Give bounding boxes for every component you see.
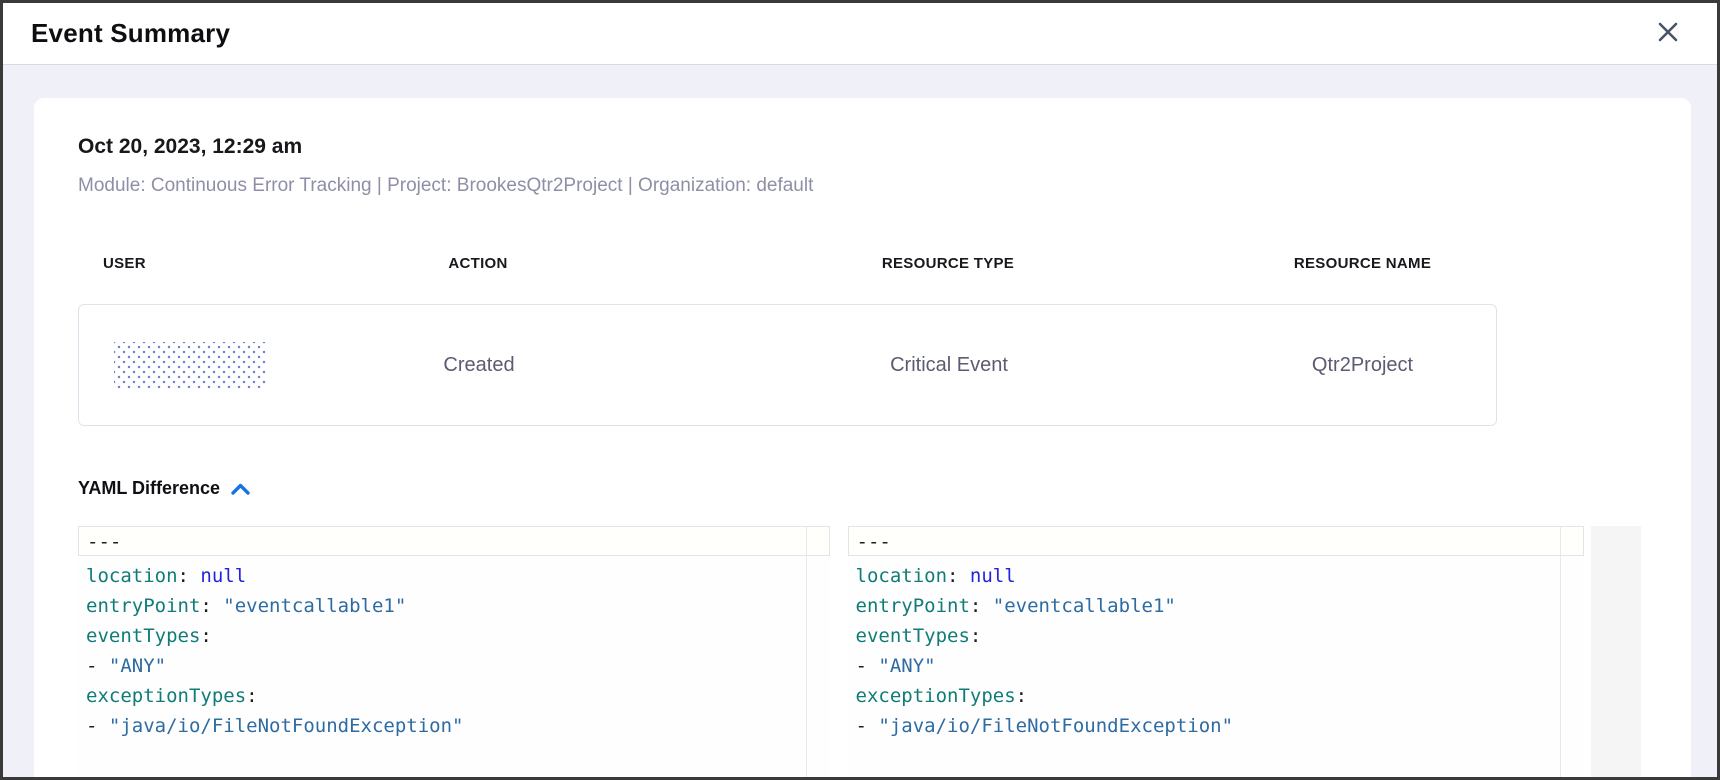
yaml-diff-viewer: ---location: nullentryPoint: "eventcalla… <box>78 526 1641 780</box>
code-line: --- <box>78 526 830 556</box>
column-header-resource-name: RESOURCE NAME <box>1228 254 1497 274</box>
column-header-action: ACTION <box>288 254 668 274</box>
resource-type-cell: Critical Event <box>669 354 1229 377</box>
table-header-row: USER ACTION RESOURCE TYPE RESOURCE NAME <box>78 254 1497 274</box>
yaml-difference-label: YAML Difference <box>78 478 220 499</box>
column-header-user: USER <box>78 254 288 274</box>
code-line: --- <box>848 526 1585 556</box>
yaml-diff-pane-left: --- location: nullentryPoint: "eventcalla… <box>78 526 830 780</box>
diff-vertical-scrollbar[interactable] <box>1591 526 1641 780</box>
column-header-resource-type: RESOURCE TYPE <box>668 254 1228 274</box>
code-line: exceptionTypes: <box>848 681 1585 711</box>
pane-scrollbar-divider <box>1560 526 1561 780</box>
yaml-difference-toggle[interactable]: YAML Difference <box>78 478 251 499</box>
event-card: Oct 20, 2023, 12:29 am Module: Continuou… <box>34 98 1691 780</box>
page-title: Event Summary <box>31 18 230 49</box>
code-line: location: null <box>78 561 830 591</box>
modal-header: Event Summary <box>3 3 1717 65</box>
event-summary-modal: Event Summary Oct 20, 2023, 12:29 am Mod… <box>0 0 1720 780</box>
code-line: - "ANY" <box>78 651 830 681</box>
code-line: - "java/io/FileNotFoundException" <box>848 711 1585 741</box>
code-line: location: null <box>848 561 1585 591</box>
table-row: Created Critical Event Qtr2Project <box>78 304 1497 426</box>
code-line: exceptionTypes: <box>78 681 830 711</box>
event-timestamp: Oct 20, 2023, 12:29 am <box>78 134 1641 160</box>
code-line: - "java/io/FileNotFoundException" <box>78 711 830 741</box>
code-line: eventTypes: <box>78 621 830 651</box>
code-line: - "ANY" <box>848 651 1585 681</box>
close-icon <box>1655 19 1681 48</box>
user-cell <box>79 342 289 388</box>
pane-scrollbar-divider <box>806 526 807 780</box>
code-line: eventTypes: <box>848 621 1585 651</box>
resource-name-cell: Qtr2Project <box>1229 354 1496 377</box>
close-button[interactable] <box>1651 17 1685 51</box>
yaml-diff-pane-right: --- location: nullentryPoint: "eventcalla… <box>848 526 1585 780</box>
modal-body: Oct 20, 2023, 12:29 am Module: Continuou… <box>3 65 1717 780</box>
action-cell: Created <box>289 354 669 377</box>
event-context-line: Module: Continuous Error Tracking | Proj… <box>78 174 1641 198</box>
code-line: entryPoint: "eventcallable1" <box>848 591 1585 621</box>
code-line: entryPoint: "eventcallable1" <box>78 591 830 621</box>
redacted-user-avatar <box>114 342 267 388</box>
chevron-up-icon <box>230 482 251 496</box>
